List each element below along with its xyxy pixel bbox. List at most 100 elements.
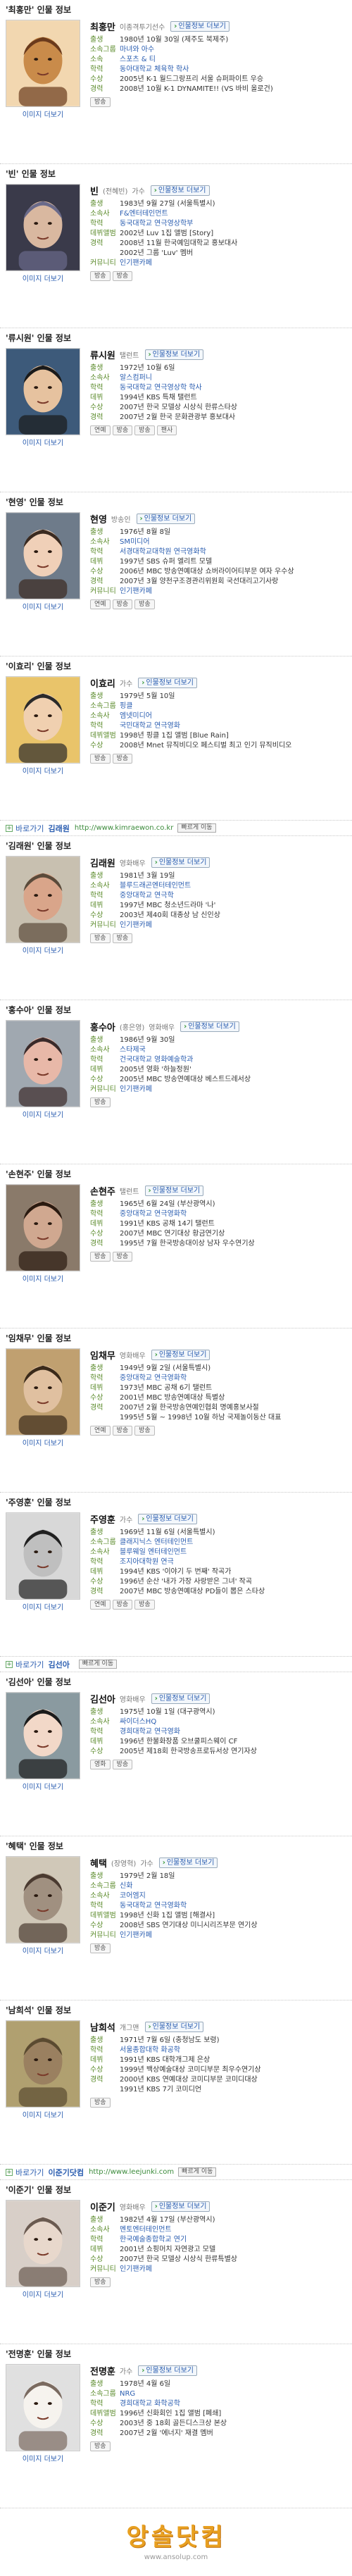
profile-photo[interactable] (6, 348, 80, 435)
category-tag[interactable]: 방송 (90, 271, 111, 281)
field-value[interactable]: 클래지닉스 엔터테인먼트 (120, 1538, 193, 1548)
field-value[interactable]: 코어엠지 (120, 1891, 146, 1901)
field-value[interactable]: 블루드래곤엔터테인먼트 (120, 881, 191, 891)
more-images-link[interactable]: 이미지 더보기 (6, 2289, 80, 2299)
person-name[interactable]: 김래원 (90, 856, 115, 869)
profile-more-button[interactable]: › 인물정보 더보기 (136, 513, 196, 524)
category-tag[interactable]: 방송 (90, 1943, 111, 1953)
field-value[interactable]: 동국대학교 연극영화학 (120, 1901, 187, 1911)
category-tag[interactable]: 방송 (90, 1097, 111, 1107)
field-value[interactable]: 인기팬카페 (120, 1931, 152, 1941)
profile-photo[interactable] (6, 512, 80, 599)
field-value[interactable]: 중앙대학교 연극학 (120, 891, 174, 901)
category-tag[interactable]: 방송 (90, 2277, 111, 2287)
field-value[interactable]: 신화 (120, 1881, 132, 1891)
field-value[interactable]: 경희대학교 화학공학 (120, 2399, 180, 2409)
category-tag[interactable]: 방송 (134, 1426, 155, 1436)
more-images-link[interactable]: 이미지 더보기 (6, 1109, 80, 1119)
shortcut-url[interactable]: http://www.kimraewon.co.kr (75, 824, 173, 832)
profile-photo[interactable] (6, 1856, 80, 1943)
category-tag[interactable]: 방송 (112, 1252, 133, 1262)
site-logo[interactable]: 앙솔닷컴 (126, 2518, 225, 2552)
more-images-link[interactable]: 이미지 더보기 (6, 1781, 80, 1791)
category-tag[interactable]: 방송 (112, 599, 133, 609)
profile-photo[interactable] (6, 1692, 80, 1779)
field-value[interactable]: 국민대학교 연극영화 (120, 721, 180, 731)
more-images-link[interactable]: 이미지 더보기 (6, 945, 80, 955)
field-value[interactable]: 서울종합대학 화공학 (120, 2046, 180, 2055)
profile-photo[interactable] (6, 1348, 80, 1436)
field-value[interactable]: 블루웨일 엔터테인먼트 (120, 1548, 187, 1557)
profile-photo[interactable] (6, 2200, 80, 2287)
person-name[interactable]: 빈 (90, 184, 99, 197)
quick-move-button[interactable]: 빠르게 이동 (177, 823, 216, 833)
more-images-link[interactable]: 이미지 더보기 (6, 273, 80, 283)
profile-more-button[interactable]: › 인물정보 더보기 (180, 1021, 239, 1032)
shortcut-url[interactable]: http://www.leejunki.com (89, 2168, 174, 2176)
profile-photo[interactable] (6, 2020, 80, 2108)
category-tag[interactable]: 방송 (90, 97, 111, 107)
profile-more-button[interactable]: › 인물정보 더보기 (138, 1513, 198, 1524)
category-tag[interactable]: 팬사 (156, 425, 177, 435)
category-tag[interactable]: 영화 (90, 1760, 111, 1769)
field-value[interactable]: 마녀와 아수 (120, 45, 154, 55)
field-value[interactable]: 건국대학교 영화예술학과 (120, 1055, 193, 1065)
person-name[interactable]: 이효리 (90, 676, 115, 690)
field-value[interactable]: 핑클 (120, 702, 132, 711)
profile-more-button[interactable]: › 인물정보 더보기 (151, 857, 210, 868)
profile-more-button[interactable]: › 인물정보 더보기 (151, 1349, 210, 1360)
person-name[interactable]: 홍수아 (90, 1020, 115, 1033)
profile-more-button[interactable]: › 인물정보 더보기 (144, 1185, 204, 1196)
profile-more-button[interactable]: › 인물정보 더보기 (138, 677, 198, 688)
field-value[interactable]: SM미디어 (120, 537, 150, 547)
profile-more-button[interactable]: › 인물정보 더보기 (158, 1857, 218, 1868)
category-tag[interactable]: 방송 (134, 599, 155, 609)
field-value[interactable]: 멘토엔터테인먼트 (120, 2225, 172, 2235)
field-value[interactable]: 동국대학교 연극영상학부 (120, 219, 193, 229)
more-images-link[interactable]: 이미지 더보기 (6, 437, 80, 447)
person-name[interactable]: 류시원 (90, 348, 115, 361)
category-tag[interactable]: 방송 (90, 754, 111, 764)
profile-photo[interactable] (6, 1512, 80, 1600)
profile-more-button[interactable]: › 인물정보 더보기 (151, 2201, 210, 2212)
category-tag[interactable]: 방송 (112, 1600, 133, 1610)
more-images-link[interactable]: 이미지 더보기 (6, 2109, 80, 2120)
person-name[interactable]: 최홍만 (90, 20, 115, 33)
category-tag[interactable]: 연예 (90, 1600, 111, 1610)
profile-photo[interactable] (6, 20, 80, 107)
more-images-link[interactable]: 이미지 더보기 (6, 1273, 80, 1283)
category-tag[interactable]: 방송 (134, 1600, 155, 1610)
field-value[interactable]: 엠넷미디어 (120, 711, 152, 721)
category-tag[interactable]: 연예 (90, 599, 111, 609)
person-name[interactable]: 손현주 (90, 1184, 115, 1197)
category-tag[interactable]: 방송 (112, 754, 133, 764)
category-tag[interactable]: 연예 (90, 1426, 111, 1436)
field-value[interactable]: 스포츠 & 티 (120, 55, 156, 65)
profile-more-button[interactable]: › 인물정보 더보기 (138, 2365, 198, 2376)
profile-photo[interactable] (6, 856, 80, 943)
plus-icon[interactable]: + (6, 2168, 13, 2176)
category-tag[interactable]: 방송 (112, 1760, 133, 1769)
field-value[interactable]: 서경대학교대학원 연극영화학 (120, 547, 206, 557)
category-tag[interactable]: 방송 (90, 933, 111, 943)
category-tag[interactable]: 방송 (112, 1426, 133, 1436)
profile-photo[interactable] (6, 1020, 80, 1107)
person-name[interactable]: 주영훈 (90, 1512, 115, 1526)
field-value[interactable]: 인기팬카페 (120, 1085, 152, 1095)
field-value[interactable]: 알스컴퍼니 (120, 373, 152, 383)
person-name[interactable]: 남희석 (90, 2020, 115, 2034)
field-value[interactable]: 중앙대학교 연극영화학 (120, 1374, 187, 1383)
category-tag[interactable]: 방송 (112, 425, 133, 435)
more-images-link[interactable]: 이미지 더보기 (6, 1601, 80, 1612)
person-name[interactable]: 김선아 (90, 1692, 115, 1705)
profile-more-button[interactable]: › 인물정보 더보기 (144, 349, 204, 360)
category-tag[interactable]: 연예 (90, 425, 111, 435)
profile-more-button[interactable]: › 인물정보 더보기 (170, 20, 230, 32)
shortcut-link[interactable]: 김선아 (48, 1659, 69, 1670)
category-tag[interactable]: 방송 (112, 271, 133, 281)
more-images-link[interactable]: 이미지 더보기 (6, 1437, 80, 1448)
more-images-link[interactable]: 이미지 더보기 (6, 108, 80, 119)
field-value[interactable]: 한국예술종합학교 연기 (120, 2235, 187, 2245)
profile-photo[interactable] (6, 676, 80, 764)
person-name[interactable]: 혜택 (90, 1856, 107, 1869)
